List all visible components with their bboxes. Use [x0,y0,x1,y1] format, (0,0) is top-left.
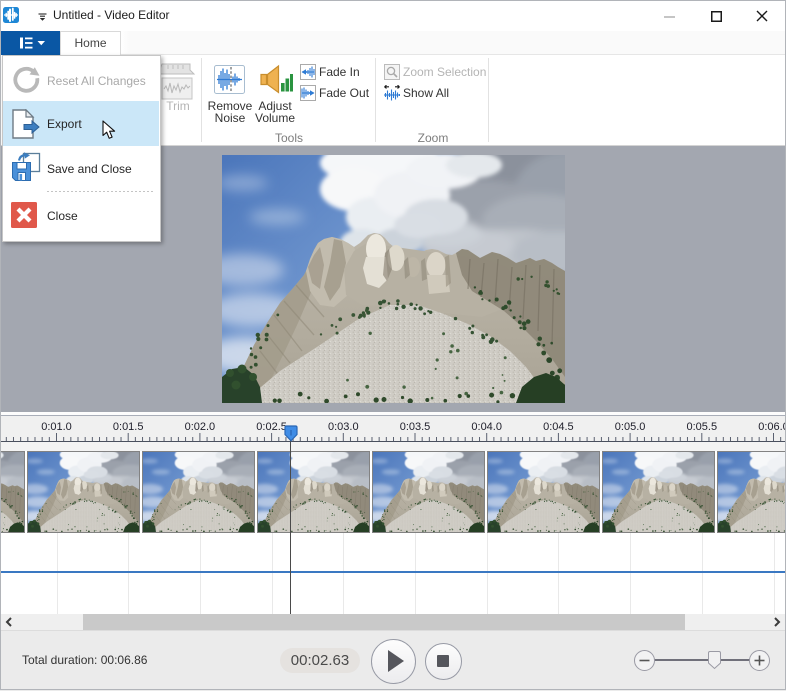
svg-text:0:03.5: 0:03.5 [400,421,431,433]
svg-text:0:01.5: 0:01.5 [113,421,144,433]
svg-text:0:04.0: 0:04.0 [471,421,502,433]
svg-text:0:01.0: 0:01.0 [41,421,72,433]
svg-text:0:03.0: 0:03.0 [328,421,359,433]
svg-text:0:02.0: 0:02.0 [185,421,216,433]
svg-text:0:05.0: 0:05.0 [615,421,646,433]
svg-text:0:05.5: 0:05.5 [687,421,718,433]
svg-text:0:06.0: 0:06.0 [758,421,786,433]
svg-text:0:02.5: 0:02.5 [256,421,287,433]
svg-text:0:04.5: 0:04.5 [543,421,574,433]
